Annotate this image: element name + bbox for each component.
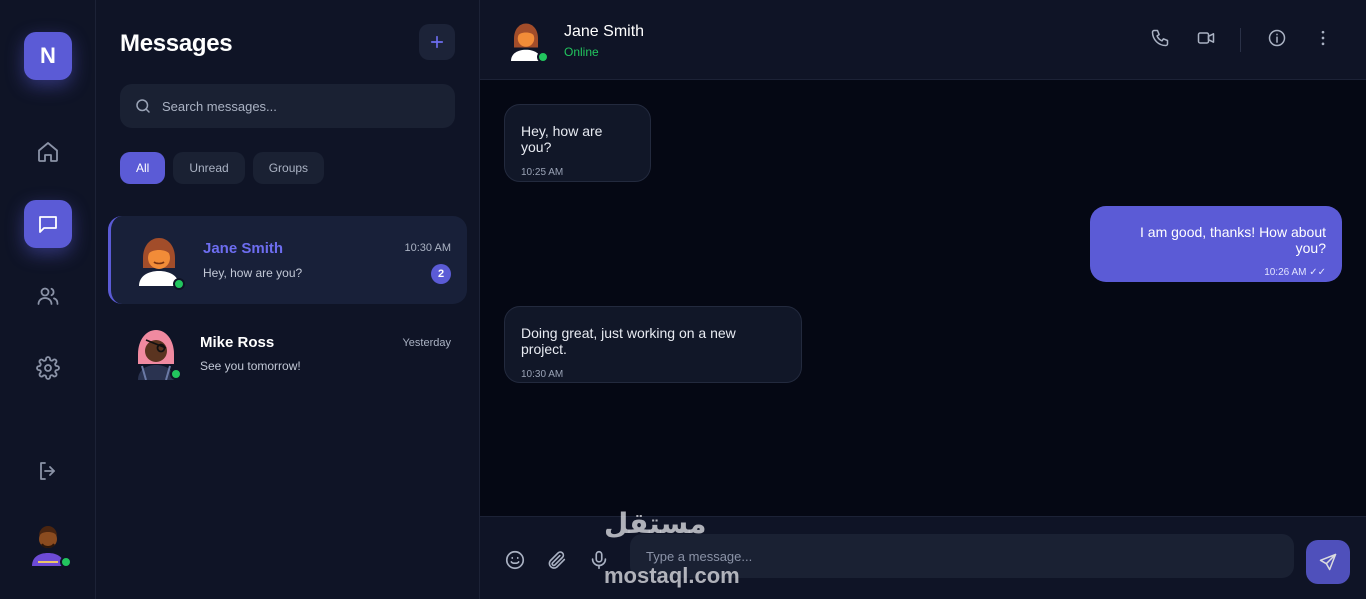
message-time: 10:26 AM: [1264, 267, 1307, 278]
filter-all[interactable]: All: [120, 152, 166, 184]
filter-tabs: All Unread Groups: [120, 152, 325, 184]
new-chat-button[interactable]: [419, 24, 455, 60]
message-bubble-incoming: Hey, how are you? 10:25 AM: [504, 104, 651, 182]
header-divider: [1240, 28, 1241, 52]
info-icon: [1268, 29, 1286, 47]
more-options-button[interactable]: [1313, 28, 1337, 52]
search-icon: [136, 99, 150, 113]
contact-name: Mike Ross: [200, 334, 275, 351]
message-bubble-incoming: Doing great, just working on a new proje…: [504, 306, 802, 383]
watermark-latin: mostaql.com: [604, 563, 740, 588]
settings-nav-button[interactable]: [24, 344, 72, 392]
conversation-time: Yesterday: [402, 337, 451, 349]
messages-nav-button[interactable]: [24, 200, 72, 248]
home-nav-button[interactable]: [24, 128, 72, 176]
message-text: Hey, how are you?: [521, 123, 603, 155]
emoji-icon: [505, 550, 525, 570]
send-icon: [1319, 553, 1337, 571]
attach-button[interactable]: [546, 549, 568, 571]
emoji-button[interactable]: [504, 549, 526, 571]
contacts-nav-button[interactable]: [24, 272, 72, 320]
logout-icon: [40, 462, 55, 480]
online-indicator: [537, 51, 549, 63]
paperclip-icon: [548, 551, 566, 569]
filter-unread[interactable]: Unread: [173, 152, 245, 184]
search-box: [120, 84, 455, 128]
home-icon: [38, 142, 58, 162]
message-preview: Hey, how are you?: [203, 266, 303, 280]
online-indicator: [170, 368, 182, 380]
app-logo[interactable]: N: [24, 32, 72, 80]
online-indicator: [173, 278, 185, 290]
info-button[interactable]: [1267, 28, 1291, 52]
video-icon: [1197, 32, 1215, 44]
phone-icon: [1151, 29, 1169, 47]
filter-groups[interactable]: Groups: [252, 152, 325, 184]
more-vertical-icon: [1321, 30, 1325, 46]
search-input[interactable]: [162, 98, 422, 114]
current-user-avatar[interactable]: [28, 522, 72, 568]
conversation-time: 10:30 AM: [404, 242, 451, 254]
watermark-arabic: مستقل: [604, 508, 707, 539]
chat-header: Jane Smith Online: [480, 0, 1366, 80]
conversation-item-mike-ross[interactable]: Mike Ross Yesterday See you tomorrow!: [108, 310, 467, 398]
video-call-button[interactable]: [1196, 28, 1220, 52]
message-text: Doing great, just working on a new proje…: [521, 325, 736, 357]
voice-call-button[interactable]: [1150, 28, 1174, 52]
chat-contact-name: Jane Smith: [564, 23, 645, 40]
conversation-item-jane-smith[interactable]: Jane Smith 10:30 AM Hey, how are you? 2: [108, 216, 467, 304]
gear-icon: [36, 356, 60, 380]
message-time: 10:25 AM: [521, 167, 564, 178]
page-title: Messages: [120, 30, 233, 57]
contact-status: Online: [564, 45, 599, 59]
users-icon: [37, 287, 59, 305]
contact-name: Jane Smith: [203, 240, 284, 257]
message-bubble-outgoing: I am good, thanks! How about you? 10:26 …: [1090, 206, 1342, 282]
read-receipt-icon: ✓✓: [1309, 267, 1326, 278]
message-preview: See you tomorrow!: [200, 359, 301, 373]
send-button[interactable]: [1306, 540, 1350, 584]
plus-icon: [430, 35, 444, 49]
conversation-panel: Messages All Unread Groups Jane Smith 10…: [96, 0, 480, 599]
logout-button[interactable]: [24, 447, 72, 495]
online-indicator: [60, 556, 72, 568]
unread-badge: 2: [431, 264, 451, 284]
message-text: I am good, thanks! How about you?: [1140, 224, 1326, 256]
message-time: 10:30 AM: [521, 369, 564, 380]
nav-rail: N: [0, 0, 96, 599]
chat-icon: [39, 216, 57, 233]
